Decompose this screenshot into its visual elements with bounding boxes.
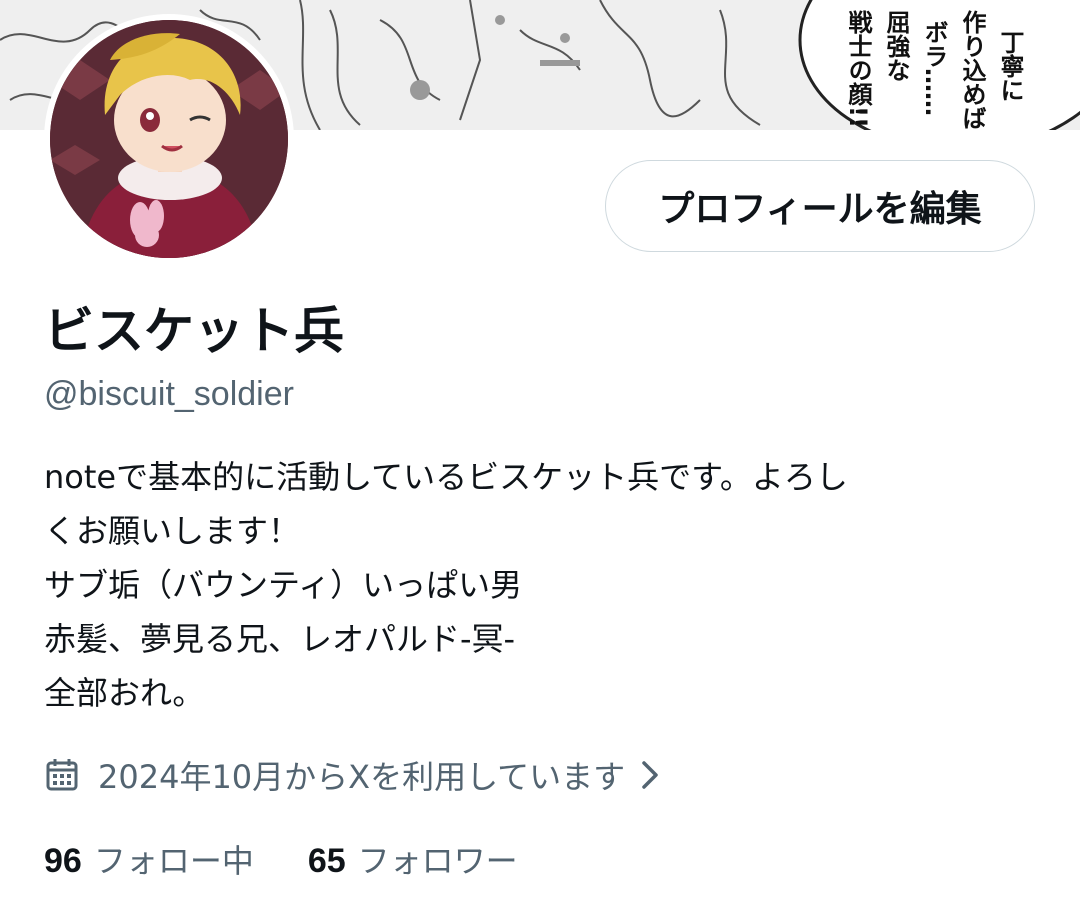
profile-avatar[interactable] [44,14,294,264]
display-name: ビスケット兵 [44,302,344,360]
calendar-icon [44,757,80,793]
followers-label: フォロワー [357,842,518,880]
bio-line: noteで基本的に活動しているビスケット兵です。よろし [44,458,848,496]
follow-stats: 96 フォロー中 65 フォロワー [44,832,518,886]
banner-text-2: 作り込めば [958,10,986,130]
user-handle: @biscuit_soldier [44,375,294,413]
following-label: フォロー中 [93,842,254,880]
banner-text-5: 戦士の顔!! [844,10,873,128]
banner-text-1: 丁寧に [996,30,1024,102]
following-link[interactable]: 96 フォロー中 [44,836,254,882]
following-count: 96 [44,842,82,880]
banner-text-4: 屈強な [882,10,910,82]
chevron-right-icon [639,757,661,793]
joined-date-row[interactable]: 2024年10月からXを利用しています [44,748,661,802]
edit-profile-button[interactable]: プロフィールを編集 [605,160,1035,252]
followers-link[interactable]: 65 フォロワー [308,836,518,882]
avatar-image [50,20,288,258]
followers-count: 65 [307,842,346,880]
banner-text-3: ボラ…… [920,20,948,116]
bio-line: くお願いします！ [44,512,301,550]
joined-date-text: 2024年10月からXを利用しています [98,758,626,796]
bio-line: サブ垢（バウンティ）いっぱい男 [44,566,523,604]
bio-line: 全部おれ。 [44,674,205,712]
bio-line: 赤髪、夢見る兄、レオパルド-冥- [44,620,516,658]
profile-bio: noteで基本的に活動しているビスケット兵です。よろし くお願いします！ サブ垢… [44,450,1034,720]
